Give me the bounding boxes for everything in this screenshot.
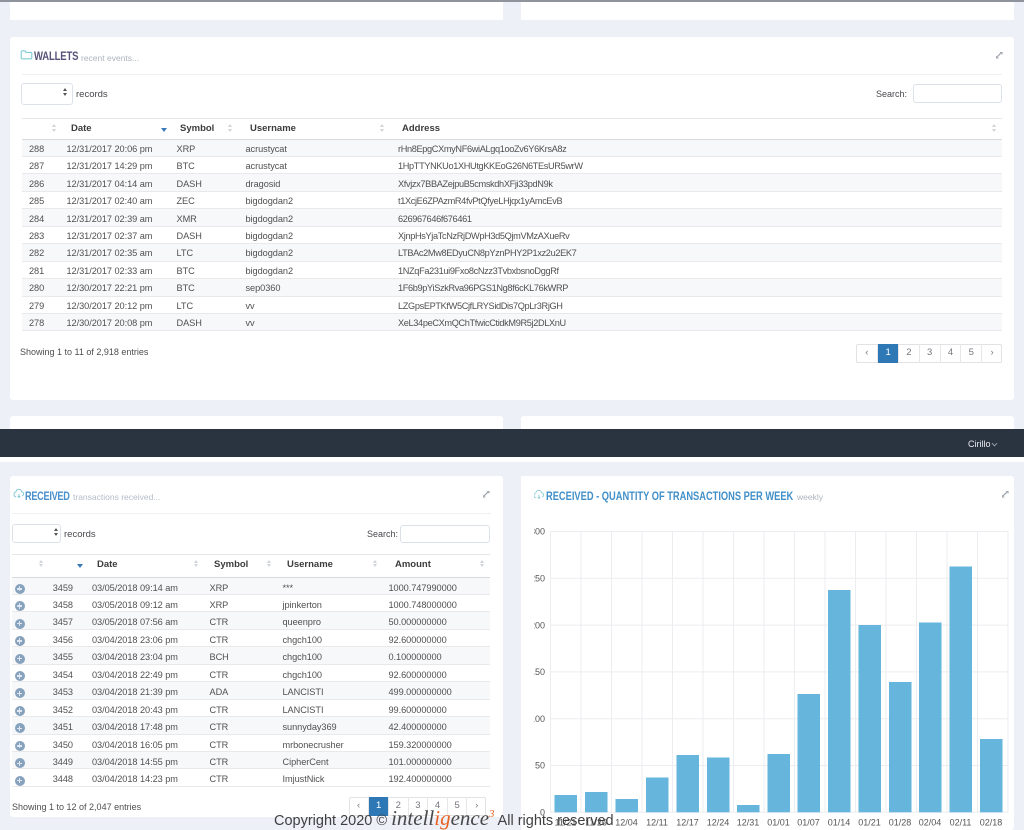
svg-text:01/21: 01/21	[858, 818, 881, 828]
svg-text:01/28: 01/28	[889, 818, 912, 828]
svg-text:01/01: 01/01	[767, 818, 790, 828]
svg-text:01/07: 01/07	[797, 818, 820, 828]
svg-text:12/24: 12/24	[707, 818, 730, 828]
svg-text:12/17: 12/17	[676, 818, 699, 828]
svg-text:12/31: 12/31	[737, 818, 760, 828]
svg-text:02/18: 02/18	[980, 818, 1003, 828]
svg-text:12/04: 12/04	[615, 818, 638, 828]
svg-text:02/04: 02/04	[919, 818, 942, 828]
svg-text:50: 50	[535, 761, 545, 771]
svg-text:02/11: 02/11	[950, 818, 972, 828]
svg-text:12/11: 12/11	[646, 818, 668, 828]
svg-text:01/14: 01/14	[828, 818, 851, 828]
